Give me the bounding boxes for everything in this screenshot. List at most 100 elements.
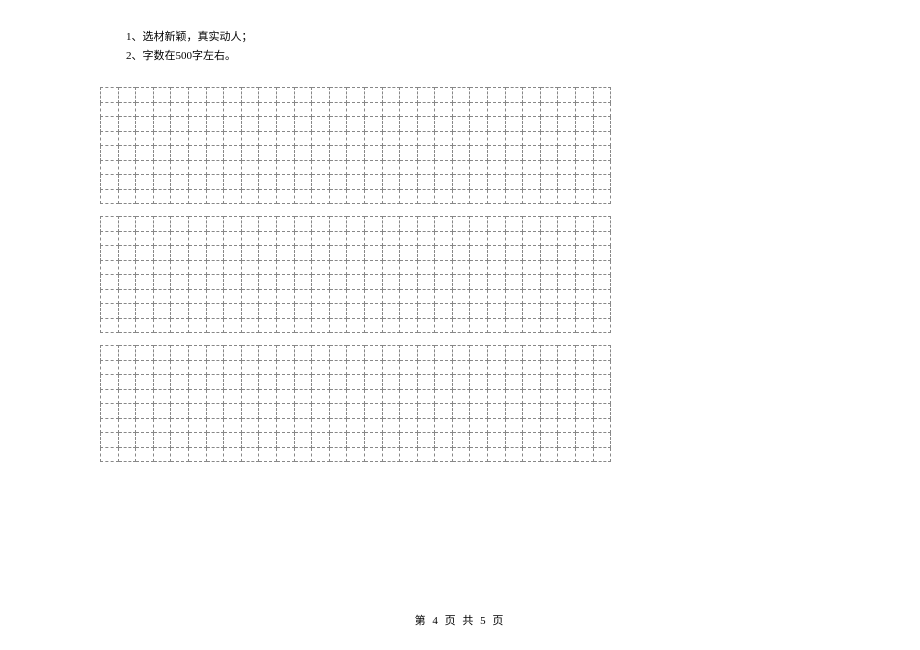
writing-cell <box>382 389 400 404</box>
writing-cell <box>435 433 453 448</box>
writing-cell <box>417 160 435 175</box>
writing-cell <box>523 289 541 304</box>
writing-cell <box>400 189 418 204</box>
writing-cell <box>188 117 206 132</box>
writing-cell <box>276 231 294 246</box>
writing-cell <box>241 217 259 232</box>
writing-cell <box>188 102 206 117</box>
writing-cell <box>188 304 206 319</box>
writing-cell <box>452 304 470 319</box>
writing-cell <box>241 346 259 361</box>
writing-cell <box>593 146 611 161</box>
writing-cell <box>364 289 382 304</box>
writing-cell <box>153 289 171 304</box>
writing-cell <box>101 346 119 361</box>
writing-cell <box>136 360 154 375</box>
writing-cell <box>224 304 242 319</box>
writing-cell <box>206 275 224 290</box>
writing-cell <box>364 88 382 103</box>
page: 1、选材新颖，真实动人； 2、字数在500字左右。 第 4 页 共 5 页 <box>0 0 920 462</box>
writing-cell <box>312 389 330 404</box>
writing-cell <box>470 304 488 319</box>
writing-cell <box>136 418 154 433</box>
writing-cell <box>171 318 189 333</box>
writing-cell <box>558 375 576 390</box>
writing-cell <box>312 418 330 433</box>
writing-cell <box>171 189 189 204</box>
writing-cell <box>153 88 171 103</box>
writing-cell <box>347 433 365 448</box>
writing-cell <box>505 102 523 117</box>
writing-cell <box>188 189 206 204</box>
writing-cell <box>452 217 470 232</box>
writing-cell <box>329 275 347 290</box>
writing-cell <box>540 418 558 433</box>
writing-cell <box>294 275 312 290</box>
writing-cell <box>171 360 189 375</box>
writing-cell <box>153 231 171 246</box>
instruction-line-1: 1、选材新颖，真实动人； <box>126 28 920 47</box>
writing-cell <box>576 175 594 190</box>
writing-cell <box>136 433 154 448</box>
writing-cell <box>224 360 242 375</box>
writing-cell <box>540 217 558 232</box>
writing-cell <box>153 160 171 175</box>
writing-cell <box>470 246 488 261</box>
writing-cell <box>206 246 224 261</box>
writing-cell <box>206 131 224 146</box>
writing-cell <box>294 131 312 146</box>
writing-cell <box>294 160 312 175</box>
writing-cell <box>558 433 576 448</box>
writing-cell <box>364 346 382 361</box>
writing-cell <box>171 217 189 232</box>
writing-cell <box>136 289 154 304</box>
writing-cell <box>435 418 453 433</box>
writing-cell <box>241 318 259 333</box>
writing-cell <box>188 217 206 232</box>
writing-cell <box>347 88 365 103</box>
writing-cell <box>435 275 453 290</box>
writing-cell <box>505 346 523 361</box>
writing-cell <box>488 304 506 319</box>
writing-cell <box>118 375 136 390</box>
writing-cell <box>347 304 365 319</box>
writing-cell <box>382 189 400 204</box>
writing-cell <box>452 117 470 132</box>
writing-cell <box>153 175 171 190</box>
writing-cell <box>452 146 470 161</box>
writing-cell <box>188 160 206 175</box>
writing-cell <box>136 304 154 319</box>
writing-cell <box>593 375 611 390</box>
writing-cell <box>364 189 382 204</box>
writing-cell <box>417 360 435 375</box>
writing-cell <box>241 231 259 246</box>
writing-cell <box>417 346 435 361</box>
writing-cell <box>101 189 119 204</box>
writing-cell <box>153 304 171 319</box>
writing-cell <box>470 275 488 290</box>
writing-cell <box>400 375 418 390</box>
writing-cell <box>470 117 488 132</box>
writing-cell <box>558 404 576 419</box>
writing-cell <box>241 304 259 319</box>
writing-cell <box>452 102 470 117</box>
writing-cell <box>171 433 189 448</box>
writing-cell <box>593 189 611 204</box>
writing-cell <box>241 246 259 261</box>
writing-cell <box>523 146 541 161</box>
writing-cell <box>364 146 382 161</box>
writing-cell <box>540 318 558 333</box>
writing-cell <box>118 88 136 103</box>
writing-cell <box>488 404 506 419</box>
writing-cell <box>540 189 558 204</box>
writing-cell <box>558 160 576 175</box>
writing-cell <box>294 433 312 448</box>
writing-cell <box>505 131 523 146</box>
writing-cell <box>329 289 347 304</box>
writing-cell <box>382 304 400 319</box>
writing-cell <box>329 189 347 204</box>
writing-cell <box>364 404 382 419</box>
writing-cell <box>206 418 224 433</box>
writing-cell <box>188 404 206 419</box>
writing-cell <box>101 160 119 175</box>
